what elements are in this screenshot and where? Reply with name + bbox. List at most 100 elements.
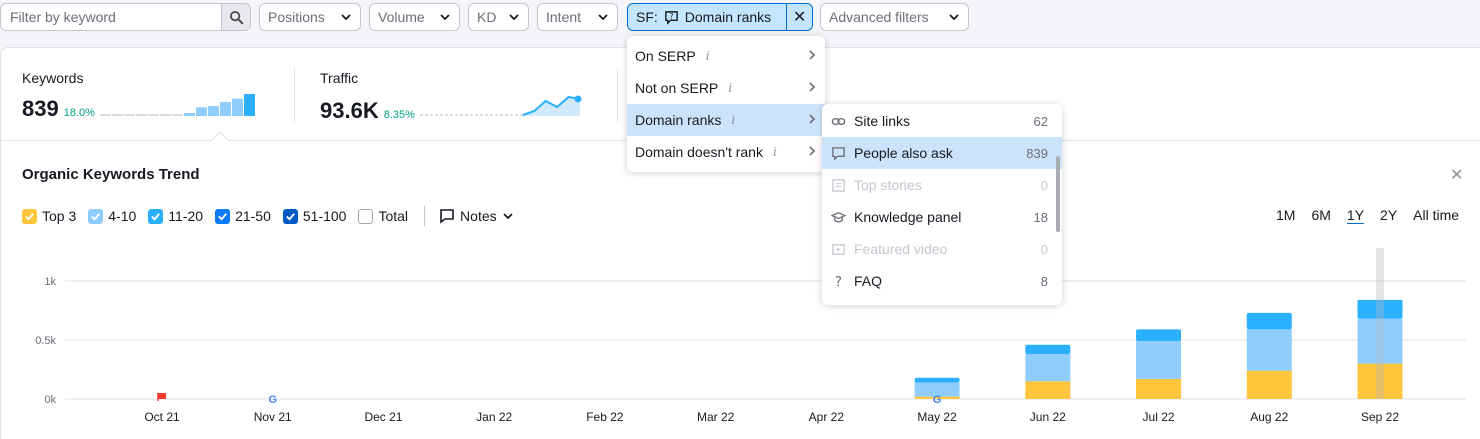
news-icon (830, 177, 846, 193)
volume-filter[interactable]: Volume (369, 3, 460, 31)
y-tick-label: 1k (44, 276, 56, 288)
checkbox[interactable] (282, 208, 298, 224)
feature-item-people-also-ask[interactable]: People also ask 839 (822, 137, 1062, 169)
bar-segment-11-20[interactable] (914, 377, 960, 383)
x-tick-label: Oct 21 (144, 410, 180, 424)
keywords-value: 839 (22, 96, 59, 121)
svg-text:?: ? (835, 275, 842, 289)
range-all-time[interactable]: All time (1413, 207, 1459, 224)
x-tick-label: Sep 22 (1361, 410, 1399, 424)
keywords-percent: 18.0% (63, 107, 95, 119)
chevron-down-icon (502, 213, 513, 220)
bar-segment-top-3[interactable] (1246, 370, 1292, 399)
keywords-metric[interactable]: Keywords 839 18.0% (22, 70, 262, 122)
bar-segment-11-20[interactable] (1136, 329, 1182, 342)
feature-item-faq[interactable]: ? FAQ 8 (822, 265, 1062, 297)
bar-segment-4-10[interactable] (1246, 329, 1292, 371)
legend-label: 21-50 (235, 208, 271, 224)
info-icon[interactable]: i (773, 145, 777, 159)
bar-segment-11-20[interactable] (1246, 312, 1292, 330)
notes-label: Notes (460, 208, 497, 224)
menu-item-label: Domain ranks (635, 112, 722, 128)
notes-button[interactable]: Notes (439, 208, 514, 224)
feature-item-site-links[interactable]: Site links 62 (822, 105, 1062, 137)
menu-item-domain-doesn-t-rank[interactable]: Domain doesn't rank i (627, 136, 825, 168)
x-tick-label: May 22 (917, 410, 957, 424)
info-icon[interactable]: i (731, 113, 735, 127)
legend-item-11-20[interactable]: 11-20 (148, 208, 203, 224)
chevron-down-icon (597, 11, 609, 23)
traffic-metric[interactable]: Traffic 93.6K 8.35% (320, 70, 582, 124)
bar-segment-4-10[interactable] (1025, 354, 1071, 382)
range-2y[interactable]: 2Y (1380, 207, 1397, 224)
keyword-filter-input[interactable]: Filter by keyword (0, 3, 222, 31)
keywords-sparkline (99, 94, 255, 116)
menu-item-label: Not on SERP (635, 80, 719, 96)
menu-item-not-on-serp[interactable]: Not on SERP i (627, 72, 825, 104)
bar-segment-4-10[interactable] (1136, 341, 1182, 379)
checkbox[interactable] (358, 208, 374, 224)
range-6m[interactable]: 6M (1311, 207, 1330, 224)
chart-legend: Top 3 4-10 11-20 21-50 51-100 Total Notes (22, 206, 526, 226)
checkbox[interactable] (148, 208, 164, 224)
x-tick-label: Jan 22 (476, 410, 512, 424)
legend-item-top-3[interactable]: Top 3 (22, 208, 76, 224)
chevron-right-icon (807, 80, 817, 96)
range-1y[interactable]: 1Y (1346, 207, 1365, 224)
bar-segment-top-3[interactable] (1025, 381, 1071, 399)
bar-segment-top-3[interactable] (1136, 378, 1182, 399)
checkbox[interactable] (88, 208, 104, 224)
feature-label: Top stories (854, 177, 922, 193)
menu-item-domain-ranks[interactable]: Domain ranks i (627, 104, 825, 136)
scrollbar[interactable] (1056, 156, 1060, 232)
legend-item-total[interactable]: Total (358, 208, 408, 224)
menu-item-label: Domain doesn't rank (635, 144, 763, 160)
filter-bar: Filter by keyword Positions Volume KD In… (0, 0, 1480, 36)
advanced-filters-label: Advanced filters (829, 9, 929, 25)
search-button[interactable] (221, 3, 251, 31)
question-bubble-icon: ? (664, 10, 679, 25)
kd-filter[interactable]: KD (468, 3, 529, 31)
question-mark-icon: ? (830, 273, 846, 289)
positions-filter[interactable]: Positions (259, 3, 361, 31)
legend-item-51-100[interactable]: 51-100 (282, 208, 346, 224)
link-icon (830, 113, 846, 129)
bar-segment-11-20[interactable] (1025, 344, 1071, 355)
chevron-down-icon (439, 11, 451, 23)
chevron-down-icon (340, 11, 352, 23)
chevron-right-icon (807, 144, 817, 160)
clear-filter-button[interactable]: ✕ (787, 4, 812, 30)
close-icon[interactable]: ✕ (1450, 165, 1463, 185)
advanced-filters-button[interactable]: Advanced filters (820, 3, 969, 31)
legend-item-21-50[interactable]: 21-50 (215, 208, 271, 224)
svg-text:?: ? (669, 11, 673, 20)
feature-count: 8 (1040, 273, 1048, 289)
checkbox[interactable] (215, 208, 231, 224)
sparkline-bar (219, 102, 231, 116)
google-icon[interactable]: G (268, 394, 277, 406)
serp-features-filter-chip[interactable]: SF: ? Domain ranks ✕ (627, 3, 813, 31)
x-tick-label: Jul 22 (1143, 410, 1175, 424)
flag-icon[interactable] (157, 393, 166, 401)
checkbox[interactable] (22, 208, 37, 224)
feature-label: Knowledge panel (854, 209, 962, 225)
traffic-sparkline (419, 95, 582, 116)
sparkline-bar (231, 98, 243, 116)
range-1m[interactable]: 1M (1276, 207, 1295, 224)
feature-count: 839 (1026, 145, 1048, 161)
legend-label: 11-20 (168, 208, 204, 224)
info-icon[interactable]: i (706, 49, 710, 63)
keyword-filter-placeholder: Filter by keyword (10, 9, 116, 25)
close-icon: ✕ (792, 9, 807, 26)
feature-item-knowledge-panel[interactable]: Knowledge panel 18 (822, 201, 1062, 233)
info-icon[interactable]: i (728, 81, 732, 95)
legend-item-4-10[interactable]: 4-10 (88, 208, 136, 224)
traffic-label: Traffic (320, 70, 359, 86)
divider (294, 68, 295, 122)
menu-item-on-serp[interactable]: On SERP i (627, 40, 825, 72)
intent-filter[interactable]: Intent (537, 3, 618, 31)
serp-features-filter[interactable]: SF: ? Domain ranks (628, 4, 788, 30)
google-icon[interactable]: G (933, 394, 942, 406)
y-tick-label: 0k (44, 394, 56, 406)
sparkline-bar (243, 94, 255, 116)
